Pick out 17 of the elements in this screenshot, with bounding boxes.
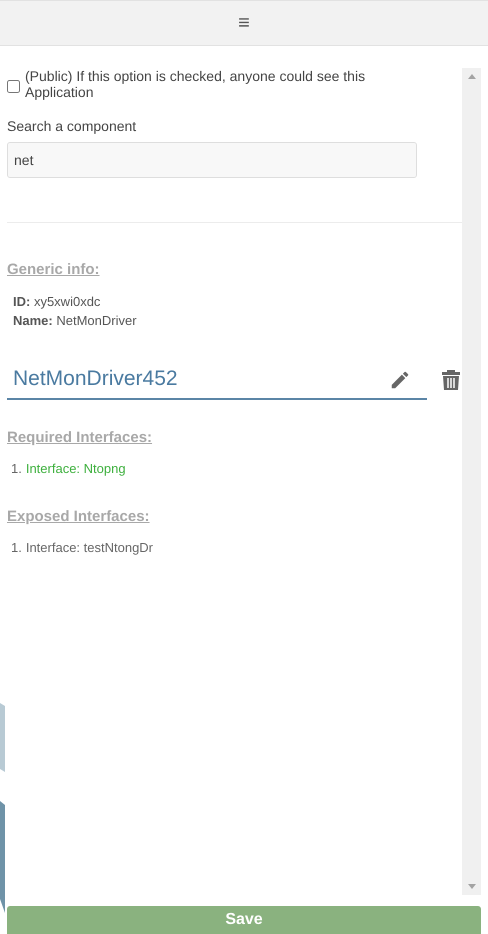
interface-name: Interface: testNtongDr bbox=[26, 539, 154, 557]
info-line: Name: NetMonDriver bbox=[13, 312, 137, 330]
section-heading: Exposed Interfaces: bbox=[7, 506, 150, 526]
name-field[interactable]: NetMonDriver452 bbox=[7, 360, 427, 400]
list-number: 1. bbox=[11, 460, 22, 478]
list-number: 1. bbox=[11, 539, 22, 557]
search-label: Search a component bbox=[7, 117, 136, 136]
interface-name: Interface: Ntopng bbox=[26, 460, 126, 478]
pencil-icon[interactable] bbox=[389, 368, 411, 390]
section-heading: Required Interfaces: bbox=[7, 428, 152, 448]
trash-icon[interactable] bbox=[441, 368, 461, 390]
section-heading: Generic info: bbox=[7, 260, 100, 280]
menu-button[interactable]: ≡ bbox=[238, 13, 250, 33]
info-line: ID: xy5xwi0xdc bbox=[13, 292, 100, 310]
search-field[interactable]: net bbox=[7, 142, 417, 178]
checkbox-label: (Public) If this option is checked, anyone could see this Application bbox=[25, 68, 366, 100]
public-checkbox[interactable] bbox=[7, 80, 20, 93]
